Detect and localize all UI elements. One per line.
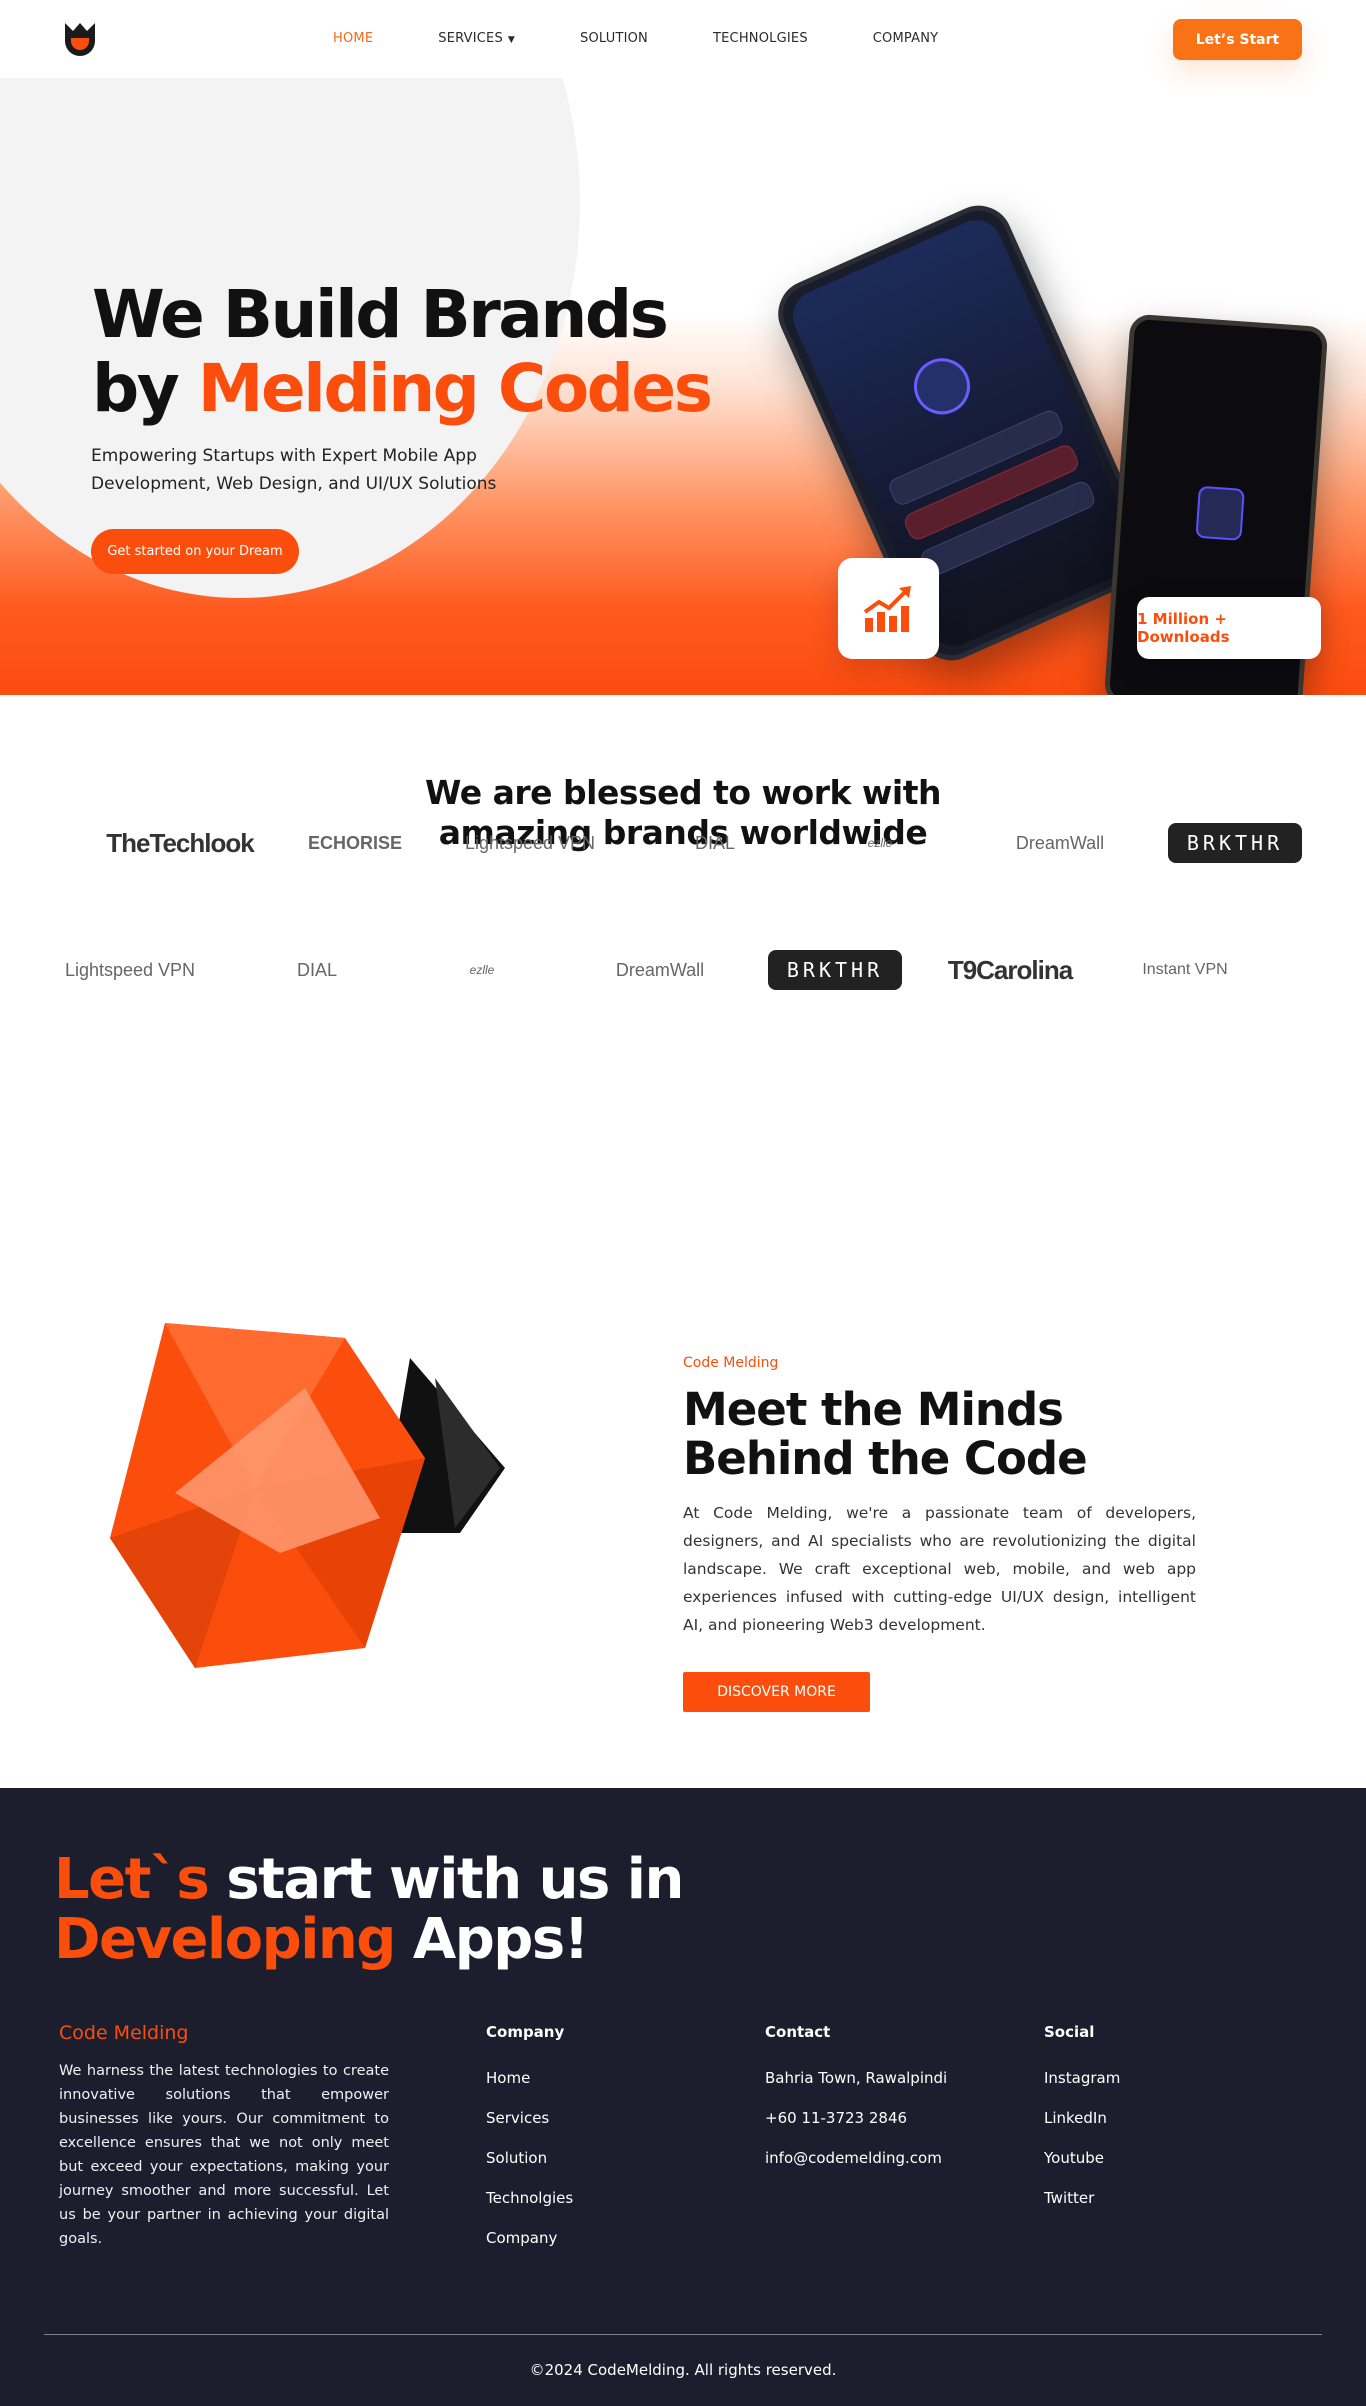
brand-logo-dial: DIAL: [694, 832, 736, 853]
footer-headline: Let`s start with us in Developing Apps!: [54, 1847, 684, 1972]
footer-headline-rest1: start with us in: [226, 1847, 684, 1912]
hero-title-by: by: [92, 350, 180, 427]
brand-logo-dial-2: DIAL: [296, 959, 338, 980]
footer-link-youtube[interactable]: Youtube: [1044, 2149, 1104, 2167]
footer-headline-accent1: Let`s: [54, 1847, 210, 1912]
lets-start-button[interactable]: Let’s Start: [1173, 19, 1302, 60]
hero-title-line2: by Melding Codes: [92, 350, 713, 427]
footer-contact-email[interactable]: info@codemelding.com: [765, 2149, 942, 2167]
codemelding-logo[interactable]: [62, 19, 98, 57]
footer-link-company[interactable]: Company: [486, 2229, 557, 2247]
brand-logo-dreamwall: DreamWall: [1015, 832, 1105, 853]
footer-link-services[interactable]: Services: [486, 2109, 549, 2127]
get-started-button[interactable]: Get started on your Dream: [91, 529, 299, 574]
footer: Let`s start with us in Developing Apps! …: [0, 1788, 1366, 2406]
footer-link-instagram[interactable]: Instagram: [1044, 2069, 1120, 2087]
footer-link-home[interactable]: Home: [486, 2069, 530, 2087]
top-navbar: HOME SERVICES ▼ SOLUTION TECHNOLGIES COMP…: [0, 0, 1366, 78]
hero-title: We Build Brands by Melding Codes: [92, 276, 713, 427]
growth-chart-card: [838, 558, 939, 659]
team-kicker: Code Melding: [683, 1355, 779, 1371]
brand-logo-ezlle-2: ezlle: [469, 963, 495, 977]
brand-logo-lightspeed-vpn-2: Lightspeed VPN: [64, 959, 196, 980]
footer-contact-title: Contact: [765, 2023, 831, 2041]
brand-logo-instant-vpn: Instant VPN: [1142, 961, 1228, 978]
discover-more-button[interactable]: DISCOVER MORE: [683, 1672, 870, 1712]
footer-about-text: We harness the latest technologies to cr…: [59, 2063, 389, 2247]
brand-logo-lightspeed-vpn: Lightspeed VPN: [464, 832, 596, 853]
footer-link-linkedin[interactable]: LinkedIn: [1044, 2109, 1107, 2127]
nav-technologies[interactable]: TECHNOLGIES: [713, 31, 808, 46]
brand-logo-echorise: ECHORISE: [307, 832, 403, 853]
brand-logo-brkthr-2: BRKTHR: [768, 950, 902, 990]
downloads-badge: 1 Million + Downloads: [1137, 597, 1321, 659]
footer-headline-accent2: Developing: [54, 1907, 396, 1972]
brand-logo-dreamwall-2: DreamWall: [615, 959, 705, 980]
vpn-app-phone-mockup: [767, 194, 1163, 672]
vpn-app-icon: [1195, 485, 1245, 541]
footer-copyright: ©2024 CodeMelding. All rights reserved.: [529, 2361, 837, 2379]
growth-chart-icon: [863, 585, 911, 632]
hero-subtitle: Empowering Startups with Expert Mobile A…: [91, 446, 497, 494]
footer-contact-address: Bahria Town, Rawalpindi: [765, 2069, 948, 2087]
footer-contact-phone[interactable]: +60 11-3723 2846: [765, 2109, 907, 2127]
brand-logo-ezlle: ezlle: [867, 836, 893, 850]
footer-link-solution[interactable]: Solution: [486, 2149, 547, 2167]
brand-logo-thetechlook: TheTechlook: [106, 827, 254, 858]
nav-services[interactable]: SERVICES ▼: [438, 31, 515, 46]
team-description: At Code Melding, we're a passionate team…: [683, 1504, 1196, 1634]
hero-section: We Build Brands by Melding Codes Empower…: [0, 78, 1366, 695]
nav-solution[interactable]: SOLUTION: [580, 31, 648, 46]
hero-title-line1: We Build Brands: [92, 276, 669, 353]
team-section: Code Melding Meet the Minds Behind the C…: [0, 1213, 1366, 1788]
footer-social-title: Social: [1044, 2023, 1095, 2041]
vpn-shield-icon: [905, 349, 979, 424]
main-nav: HOME SERVICES ▼ SOLUTION TECHNOLGIES COMP…: [333, 31, 1003, 46]
footer-link-technologies[interactable]: Technolgies: [486, 2189, 573, 2207]
footer-link-twitter[interactable]: Twitter: [1044, 2189, 1094, 2207]
footer-brand-name: Code Melding: [59, 2022, 189, 2044]
hero-title-accent: Melding Codes: [197, 350, 713, 427]
footer-divider: [44, 2334, 1322, 2335]
footer-headline-rest2: Apps!: [412, 1907, 589, 1972]
orange-gem-graphic: [105, 1318, 565, 1678]
nav-company[interactable]: COMPANY: [873, 31, 939, 46]
nav-home[interactable]: HOME: [333, 31, 373, 46]
nav-services-label: SERVICES: [438, 31, 503, 46]
footer-company-title: Company: [486, 2023, 565, 2041]
chevron-down-icon: ▼: [507, 35, 516, 45]
team-title: Meet the Minds Behind the Code: [683, 1383, 1088, 1485]
brand-logo-brkthr: BRKTHR: [1168, 823, 1302, 863]
brand-logo-t9carolina: T9Carolina: [947, 954, 1073, 985]
brands-section: We are blessed to work with amazing bran…: [0, 695, 1366, 1213]
